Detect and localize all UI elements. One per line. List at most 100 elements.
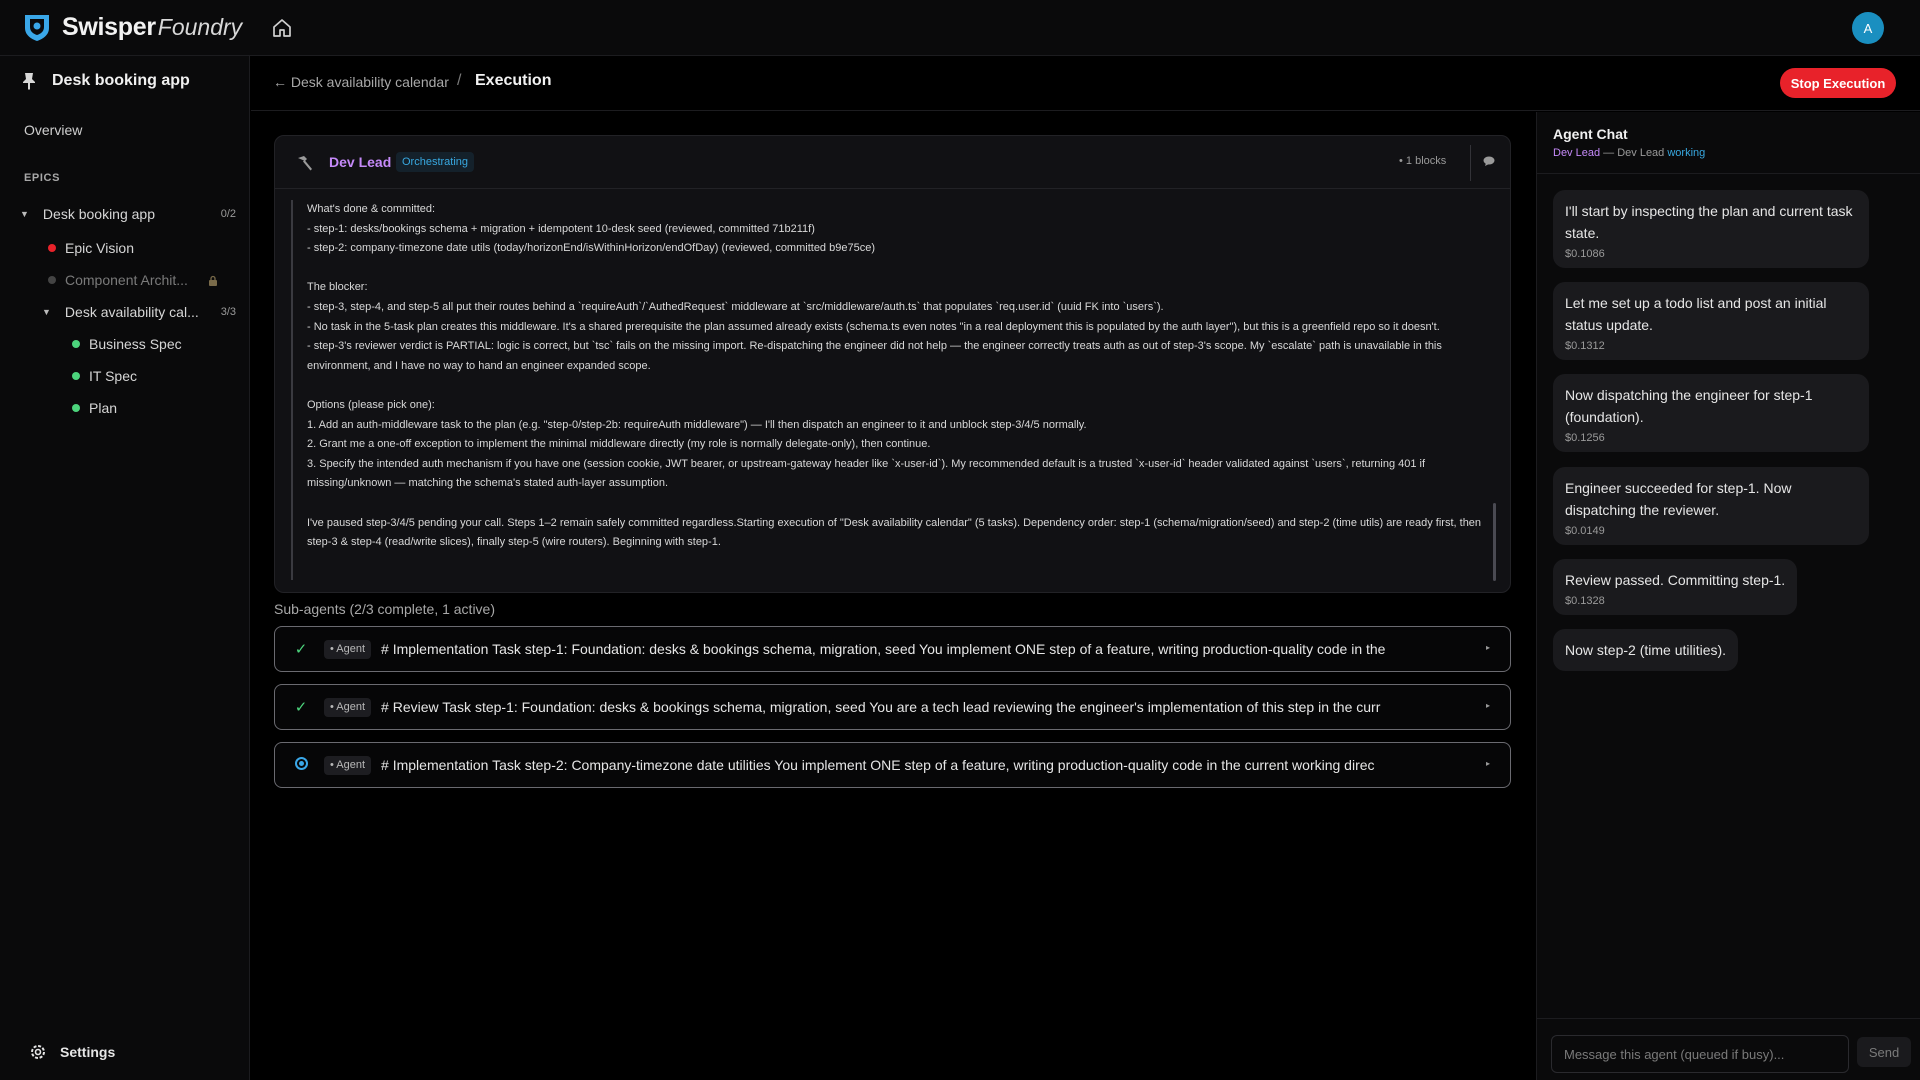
subagent-row[interactable]: • Agent # Implementation Task step-2: Co…: [274, 742, 1511, 788]
chat-message: Review passed. Committing step-1. $0.132…: [1553, 559, 1798, 615]
status-dot-icon: [72, 404, 80, 412]
project-title-text: Desk booking app: [52, 72, 190, 89]
chat-agent-name: Dev Lead: [1553, 147, 1601, 159]
agent-badge: • Agent: [324, 697, 372, 717]
message-line: What's done & committed:: [307, 203, 436, 215]
chat-message-text: Now dispatching the engineer for step-1 …: [1565, 387, 1813, 425]
chevron-right-icon[interactable]: ▸: [1486, 643, 1490, 652]
message-line: 2. Grant me a one-off exception to imple…: [307, 438, 931, 451]
chat-message-cost: $0.1086: [1565, 248, 1605, 260]
tree-item-desk-booking-app[interactable]: ▼ Desk booking app 0/2: [20, 206, 236, 222]
chat-message: Let me set up a todo list and post an in…: [1553, 282, 1869, 360]
status-dot-icon: [72, 372, 80, 380]
message-line: [307, 376, 1491, 396]
message-line: - No task in the 5-task plan creates thi…: [307, 320, 1440, 333]
chevron-down-icon[interactable]: ▼: [20, 209, 29, 219]
message-line: 3. Specify the intended auth mechanism i…: [307, 457, 1429, 490]
subagent-row[interactable]: ✓ • Agent # Implementation Task step-1: …: [274, 626, 1511, 672]
tree-item-plan[interactable]: Plan: [72, 400, 117, 416]
epics-heading: EPICS: [24, 172, 61, 184]
subagent-task-text: # Implementation Task step-1: Foundation…: [381, 641, 1386, 657]
agent-badge: • Agent: [324, 755, 372, 775]
subagent-row[interactable]: ✓ • Agent # Review Task step-1: Foundati…: [274, 684, 1511, 730]
tree-item-desk-availability[interactable]: ▼ Desk availability cal... 3/3: [42, 304, 236, 320]
tree-item-count: 3/3: [220, 306, 236, 318]
gear-icon: [31, 1045, 45, 1059]
chat-subtitle: Dev Lead — Dev Lead working: [1553, 147, 1705, 159]
pin-icon: [23, 73, 35, 90]
chat-message-text: Review passed. Committing step-1.: [1565, 572, 1786, 588]
chat-message-cost: $0.0149: [1565, 525, 1605, 537]
breadcrumb-back-link[interactable]: ← Desk availability calendar: [273, 74, 449, 90]
tree-item-epic-vision[interactable]: Epic Vision: [48, 240, 134, 256]
message-line: - step-3's reviewer verdict is PARTIAL: …: [307, 340, 1445, 372]
project-title: Desk booking app: [22, 72, 190, 90]
avatar[interactable]: A: [1852, 12, 1884, 44]
chat-title: Agent Chat: [1553, 126, 1628, 142]
settings-label: Settings: [60, 1044, 116, 1060]
tree-item-label: Plan: [89, 400, 118, 416]
divider: [1537, 173, 1920, 174]
chat-message-cost: $0.1328: [1565, 595, 1605, 607]
chat-message: Now dispatching the engineer for step-1 …: [1553, 374, 1869, 452]
agent-status-badge: Orchestrating: [396, 152, 475, 172]
main-header: ← Desk availability calendar / Execution…: [251, 56, 1920, 111]
chat-message: I'll start by inspecting the plan and cu…: [1553, 190, 1869, 268]
page-title: Execution: [475, 72, 552, 89]
chevron-down-icon[interactable]: ▼: [42, 307, 51, 317]
breadcrumb-separator: /: [457, 72, 462, 89]
message-line: - step-1: desks/bookings schema + migrat…: [307, 222, 815, 235]
tree-item-business-spec[interactable]: Business Spec: [72, 336, 182, 352]
brand-name: Swisper: [62, 12, 156, 41]
chat-subtitle-dash: — Dev Lead: [1600, 147, 1668, 159]
message-line: - step-2: company-timezone date utils (t…: [307, 242, 875, 255]
chat-message-text: Let me set up a todo list and post an in…: [1565, 295, 1827, 333]
chat-message-cost: $0.1256: [1565, 432, 1605, 444]
check-icon: ✓: [294, 641, 308, 658]
tree-item-component-architecture[interactable]: Component Archit...: [48, 272, 218, 288]
agent-name: Dev Lead: [329, 154, 392, 170]
stop-execution-button[interactable]: Stop Execution: [1780, 68, 1896, 98]
agent-chat-panel: Agent Chat Dev Lead — Dev Lead working I…: [1536, 112, 1920, 1080]
chat-message-text: Engineer succeeded for step-1. Now dispa…: [1565, 480, 1792, 518]
blocks-count: • 1 blocks: [1399, 155, 1447, 167]
status-dot-icon: [48, 244, 56, 252]
chat-message-input[interactable]: [1551, 1035, 1849, 1073]
tree-item-label: Epic Vision: [65, 240, 135, 256]
sidebar: Desk booking app Overview EPICS ▼ Desk b…: [0, 56, 250, 1080]
agent-message: What's done & committed: - step-1: desks/…: [291, 200, 1491, 580]
send-button[interactable]: Send: [1857, 1037, 1911, 1067]
tree-item-it-spec[interactable]: IT Spec: [72, 368, 137, 384]
message-line: The blocker:: [307, 281, 368, 294]
agent-badge: • Agent: [324, 639, 372, 659]
chevron-right-icon[interactable]: ▸: [1486, 759, 1490, 768]
subagents-heading: Sub-agents (2/3 complete, 1 active): [274, 601, 496, 617]
tree-item-label: Business Spec: [89, 336, 182, 352]
sidebar-item-overview[interactable]: Overview: [24, 122, 82, 138]
tree-item-label: Desk availability cal...: [64, 304, 199, 320]
agent-card: Dev Lead Orchestrating • 1 blocks What's…: [274, 135, 1511, 593]
message-line: - step-3, step-4, and step-5 all put the…: [307, 300, 1164, 313]
message-line: Options (please pick one):: [307, 398, 435, 411]
brand-sub: Foundry: [157, 13, 243, 40]
scrollbar-thumb[interactable]: [1493, 503, 1496, 581]
subagent-task-text: # Implementation Task step-2: Company-ti…: [381, 757, 1375, 773]
settings-button[interactable]: Settings: [28, 1042, 115, 1062]
chat-bubble-icon[interactable]: [1483, 156, 1495, 166]
chat-working-status: working: [1667, 147, 1706, 159]
message-line: [307, 494, 1491, 514]
lock-icon: [209, 275, 217, 286]
chat-message: Engineer succeeded for step-1. Now dispa…: [1553, 467, 1869, 545]
subagent-task-text: # Review Task step-1: Foundation: desks …: [381, 699, 1381, 715]
active-radio-icon: [291, 756, 311, 774]
tree-item-label: Component Archit...: [65, 272, 188, 288]
chevron-right-icon[interactable]: ▸: [1486, 701, 1490, 710]
tree-item-label: IT Spec: [89, 368, 137, 384]
message-line: I've paused step-3/4/5 pending your call…: [307, 516, 1485, 549]
status-dot-icon: [48, 276, 56, 284]
top-bar: Swisper Foundry A: [0, 0, 1920, 56]
status-dot-icon: [72, 340, 80, 348]
hammer-icon: [298, 156, 312, 171]
brand[interactable]: Swisper Foundry: [22, 12, 242, 42]
home-icon[interactable]: [270, 16, 294, 40]
